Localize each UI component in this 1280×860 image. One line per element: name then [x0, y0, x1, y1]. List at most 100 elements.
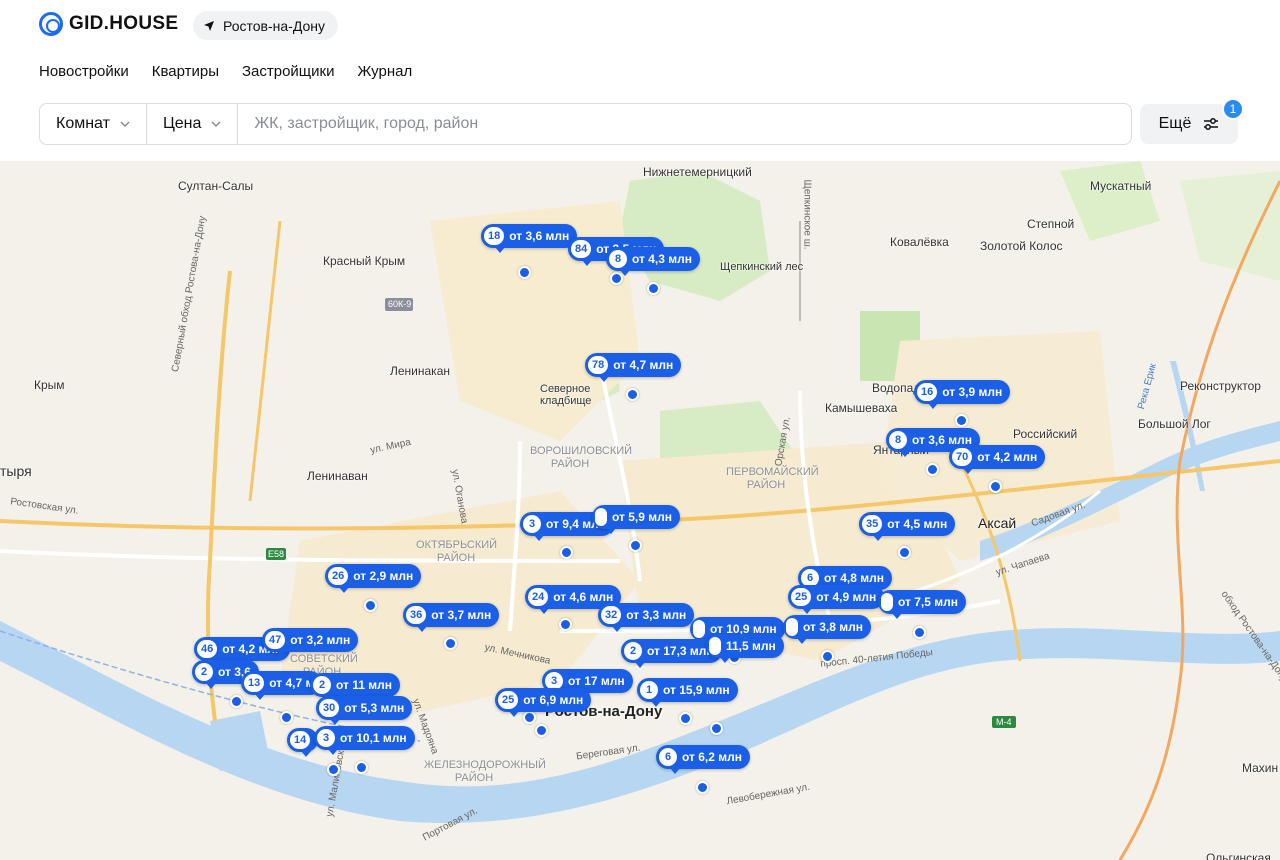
district-label: ЖЕЛЕЗНОДОРОЖНЫЙ РАЙОН: [424, 759, 546, 784]
place-label: Аксай: [978, 515, 1017, 531]
map-point[interactable]: [280, 711, 293, 724]
nav-item-zastroyshchiki[interactable]: Застройщики: [242, 63, 335, 80]
rooms-dropdown[interactable]: Комнат: [40, 104, 147, 144]
marker-count: 30: [319, 699, 340, 717]
price-dropdown-label: Цена: [162, 115, 202, 132]
road-label: 60К-9: [388, 299, 412, 309]
map-point[interactable]: [327, 763, 340, 776]
price-marker[interactable]: 70 от 4,2 млн: [949, 445, 1046, 474]
marker-count: [595, 508, 607, 526]
map-point[interactable]: [898, 546, 911, 559]
price-marker[interactable]: 30 от 5,3 млн: [316, 696, 413, 725]
place-label: Ольгинская: [1206, 851, 1271, 860]
marker-price: от 17 млн: [568, 674, 625, 688]
place-label: Российский: [1013, 427, 1078, 441]
logo[interactable]: GID.HOUSE: [39, 12, 178, 36]
marker-count: 1: [640, 681, 658, 699]
rooms-dropdown-label: Комнат: [56, 115, 110, 132]
map-point[interactable]: [913, 626, 926, 639]
price-marker[interactable]: 16 от 3,9 млн: [914, 380, 1011, 409]
marker-price: от 4,9 млн: [816, 590, 877, 604]
search-input[interactable]: [238, 104, 1131, 144]
price-marker[interactable]: 25 от 6,9 млн: [495, 688, 592, 717]
marker-count: [881, 593, 893, 611]
marker-count: [709, 637, 721, 655]
marker-count: 35: [862, 515, 883, 533]
marker-price: от 7,5 млн: [898, 595, 959, 609]
nav-item-kvartiry[interactable]: Квартиры: [152, 63, 219, 80]
marker-price: от 3,8 млн: [803, 620, 864, 634]
marker-price: от 10,1 млн: [340, 731, 407, 745]
price-marker[interactable]: 35 от 4,5 млн: [859, 512, 956, 541]
map-point[interactable]: [559, 618, 572, 631]
place-label: Ленинаван: [307, 469, 368, 483]
price-marker[interactable]: 3 от 10,1 млн: [314, 726, 415, 755]
price-marker[interactable]: 1 от 15,9 млн: [637, 678, 738, 707]
place-label: Ленинакан: [390, 364, 450, 378]
map-point[interactable]: [696, 781, 709, 794]
marker-count: 36: [406, 606, 427, 624]
map-point[interactable]: [535, 724, 548, 737]
marker-price: от 6,9 млн: [523, 693, 584, 707]
map-point[interactable]: [444, 637, 457, 650]
marker-count: 3: [523, 515, 541, 533]
marker-count: 2: [313, 676, 331, 694]
price-marker[interactable]: от 5,9 млн: [592, 505, 681, 534]
city-label: Ростов-на-Дону: [223, 17, 325, 34]
marker-count: 25: [791, 588, 812, 606]
map-point[interactable]: [518, 266, 531, 279]
city-selector[interactable]: Ростов-на-Дону: [193, 11, 338, 40]
price-marker[interactable]: 25 от 4,9 млн: [788, 585, 885, 614]
place-label: Крым: [34, 378, 65, 392]
price-marker[interactable]: 18 от 3,6 млн: [481, 224, 578, 253]
price-marker[interactable]: 11,5 млн: [706, 634, 784, 663]
map-point[interactable]: [230, 695, 243, 708]
map-point[interactable]: [955, 414, 968, 427]
nav-item-novostroyki[interactable]: Новостройки: [39, 63, 129, 80]
map-point[interactable]: [364, 599, 377, 612]
map[interactable]: 60К-9 E58 М-4 Нижнетемерницкий Султан-Са…: [0, 161, 1280, 860]
map-point[interactable]: [647, 282, 660, 295]
marker-count: 84: [571, 240, 592, 258]
price-marker[interactable]: 8 от 4,3 млн: [606, 247, 701, 276]
place-label: Реконструктор: [1180, 379, 1261, 393]
map-point[interactable]: [989, 480, 1002, 493]
map-point[interactable]: [523, 711, 536, 724]
map-point[interactable]: [560, 546, 573, 559]
marker-price: от 4,5 млн: [887, 517, 948, 531]
marker-price: от 4,7 млн: [613, 358, 674, 372]
map-point[interactable]: [710, 722, 723, 735]
place-label: Степной: [1027, 217, 1075, 231]
price-marker[interactable]: 47 от 3,2 млн: [262, 628, 359, 657]
price-marker[interactable]: 36 от 3,7 млн: [403, 603, 500, 632]
price-marker[interactable]: от 7,5 млн: [878, 590, 967, 619]
price-marker[interactable]: 2 от 11 млн: [310, 673, 401, 702]
logo-icon: [39, 12, 63, 36]
marker-price: от 5,3 млн: [344, 701, 405, 715]
marker-count: 3: [317, 729, 335, 747]
price-marker[interactable]: 78 от 4,7 млн: [585, 353, 682, 382]
price-dropdown[interactable]: Цена: [147, 104, 239, 144]
price-marker[interactable]: 32 от 3,3 млн: [598, 603, 695, 632]
map-point[interactable]: [926, 463, 939, 476]
filters-count-badge: 1: [1222, 98, 1244, 120]
map-point[interactable]: [629, 539, 642, 552]
marker-count: [693, 620, 705, 638]
place-label: Красный Крым: [323, 254, 406, 268]
place-label: тыря: [0, 463, 32, 479]
map-point[interactable]: [355, 761, 368, 774]
map-point[interactable]: [679, 712, 692, 725]
district-label: ПЕРВОМАЙСКИЙ РАЙОН: [726, 466, 819, 491]
marker-count: 46: [197, 640, 218, 658]
marker-price: от 6,2 млн: [682, 750, 743, 764]
marker-count: 25: [498, 691, 519, 709]
nav-item-zhurnal[interactable]: Журнал: [357, 63, 412, 80]
marker-price: от 4,8 млн: [824, 571, 885, 585]
price-marker[interactable]: 6 от 6,2 млн: [656, 745, 751, 774]
price-marker[interactable]: от 3,8 млн: [783, 615, 872, 644]
map-point[interactable]: [626, 388, 639, 401]
marker-count: 18: [484, 227, 505, 245]
map-point[interactable]: [821, 650, 834, 663]
price-marker[interactable]: 26 от 2,9 млн: [325, 564, 422, 593]
marker-price: от 11 млн: [336, 678, 393, 692]
